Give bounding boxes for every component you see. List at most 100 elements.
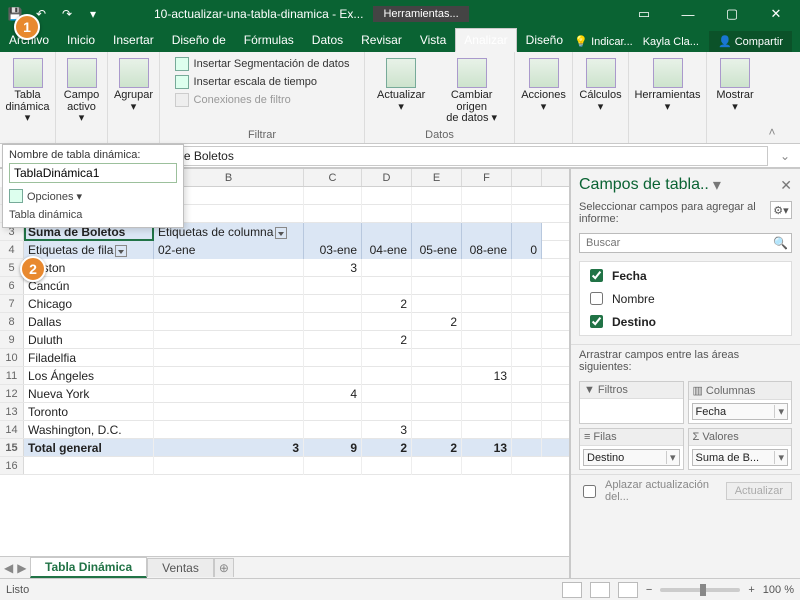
col-header-E[interactable]: E	[412, 169, 462, 186]
user-name[interactable]: Kayla Cla...	[643, 36, 699, 48]
cell[interactable]: 4	[304, 385, 362, 403]
col-header-D[interactable]: D	[362, 169, 412, 186]
cell[interactable]	[462, 349, 512, 367]
zoom-slider[interactable]	[660, 588, 740, 592]
field-list[interactable]: FechaNombreDestino	[579, 261, 792, 336]
pivot-options-button[interactable]: Opciones ▾	[9, 189, 177, 203]
cell[interactable]	[412, 259, 462, 277]
cell[interactable]	[462, 259, 512, 277]
row-header[interactable]: 9	[0, 331, 24, 348]
row-header[interactable]: 4	[0, 241, 24, 258]
zoom-level[interactable]: 100 %	[763, 584, 794, 596]
cell-total-D[interactable]: 2	[362, 439, 412, 457]
cell-F4[interactable]: 08-ene	[462, 241, 512, 259]
tools-button[interactable]: Herramientas ▾	[628, 56, 706, 115]
cell[interactable]	[154, 259, 304, 277]
tab-diseno-pagina[interactable]: Diseño de	[163, 28, 235, 52]
value-field-pill[interactable]: Suma de B...▾	[692, 449, 789, 466]
defer-layout-checkbox[interactable]	[583, 485, 596, 498]
share-button[interactable]: 👤 Compartir	[709, 31, 792, 52]
row-field-pill[interactable]: Destino▾	[583, 449, 680, 466]
cell[interactable]: 13	[462, 367, 512, 385]
insert-slicer-button[interactable]: Insertar Segmentación de datos	[173, 56, 352, 72]
cell[interactable]	[362, 385, 412, 403]
cell[interactable]	[304, 367, 362, 385]
zoom-in-icon[interactable]: +	[748, 584, 754, 596]
tab-insertar[interactable]: Insertar	[104, 28, 163, 52]
field-item[interactable]: Destino	[582, 310, 789, 333]
cell[interactable]	[412, 403, 462, 421]
row-header[interactable]: 7	[0, 295, 24, 312]
row-header[interactable]: 14	[0, 421, 24, 438]
column-field-pill[interactable]: Fecha▾	[692, 403, 789, 420]
sheet-nav-next-icon[interactable]: ▶	[17, 561, 26, 575]
pivot-name-input[interactable]	[9, 163, 177, 183]
view-page-layout-icon[interactable]	[590, 582, 610, 598]
cell[interactable]	[304, 277, 362, 295]
sheet-tab-active[interactable]: Tabla Dinámica	[30, 557, 147, 578]
sheet-tab-ventas[interactable]: Ventas	[147, 558, 214, 577]
cell[interactable]: Duluth	[24, 331, 154, 349]
cell[interactable]: Dallas	[24, 313, 154, 331]
col-header-C[interactable]: C	[304, 169, 362, 186]
cell[interactable]	[412, 421, 462, 439]
tab-analizar[interactable]: Analizar	[455, 28, 516, 52]
cell[interactable]	[462, 403, 512, 421]
row-header[interactable]: 16	[0, 457, 24, 474]
ribbon-display-options-icon[interactable]: ▭	[624, 0, 664, 28]
cell[interactable]: Cancún	[24, 277, 154, 295]
cell[interactable]	[154, 403, 304, 421]
cell[interactable]	[462, 331, 512, 349]
cell-A4[interactable]: Etiquetas de fila	[24, 241, 154, 259]
cell[interactable]	[362, 259, 412, 277]
cell[interactable]	[304, 313, 362, 331]
tab-inicio[interactable]: Inicio	[58, 28, 104, 52]
cell[interactable]	[362, 313, 412, 331]
cell[interactable]	[412, 349, 462, 367]
cell[interactable]	[304, 403, 362, 421]
area-rows[interactable]: ≡ FilasDestino▾	[579, 428, 684, 470]
column-labels-filter-icon[interactable]	[275, 227, 287, 239]
cell[interactable]	[304, 295, 362, 313]
row-header[interactable]: 13	[0, 403, 24, 420]
cell[interactable]	[362, 277, 412, 295]
field-checkbox[interactable]	[590, 269, 603, 282]
cell[interactable]	[154, 385, 304, 403]
row-header[interactable]: 12	[0, 385, 24, 402]
collapse-ribbon-icon[interactable]: ˄	[763, 52, 781, 143]
area-values[interactable]: Σ ValoresSuma de B...▾	[688, 428, 793, 470]
cell-total-C[interactable]: 9	[304, 439, 362, 457]
cell[interactable]	[462, 313, 512, 331]
cell[interactable]: Nueva York	[24, 385, 154, 403]
zoom-out-icon[interactable]: −	[646, 584, 652, 596]
area-columns[interactable]: ▥ ColumnasFecha▾	[688, 381, 793, 424]
refresh-button[interactable]: Actualizar ▾	[371, 56, 431, 127]
redo-icon[interactable]: ↷	[56, 3, 78, 25]
cell[interactable]	[362, 367, 412, 385]
change-data-source-button[interactable]: Cambiar origen de datos ▾	[435, 56, 508, 127]
cell[interactable]	[412, 295, 462, 313]
cell[interactable]	[154, 367, 304, 385]
group-button[interactable]: Agrupar ▾	[108, 56, 159, 115]
field-search[interactable]: 🔍	[579, 233, 792, 253]
cell[interactable]	[462, 277, 512, 295]
cell[interactable]	[362, 349, 412, 367]
field-checkbox[interactable]	[590, 315, 603, 328]
cell[interactable]	[154, 313, 304, 331]
actions-button[interactable]: Acciones ▾	[515, 56, 572, 115]
row-header[interactable]: 8	[0, 313, 24, 330]
cell[interactable]	[462, 421, 512, 439]
row-header[interactable]: 6	[0, 277, 24, 294]
insert-timeline-button[interactable]: Insertar escala de tiempo	[173, 74, 320, 90]
row-header[interactable]: 10	[0, 349, 24, 366]
show-button[interactable]: Mostrar ▾	[710, 56, 759, 115]
cell[interactable]: 2	[362, 331, 412, 349]
cell-total-label[interactable]: Total general	[24, 439, 154, 457]
formula-expand-icon[interactable]: ⌄	[774, 149, 796, 163]
qat-more-icon[interactable]: ▾	[82, 3, 104, 25]
field-list-tools-icon[interactable]: ⚙▾	[770, 201, 792, 219]
cell-C4[interactable]: 03-ene	[304, 241, 362, 259]
cell[interactable]	[154, 421, 304, 439]
cell[interactable]	[412, 385, 462, 403]
tab-vista[interactable]: Vista	[411, 28, 455, 52]
